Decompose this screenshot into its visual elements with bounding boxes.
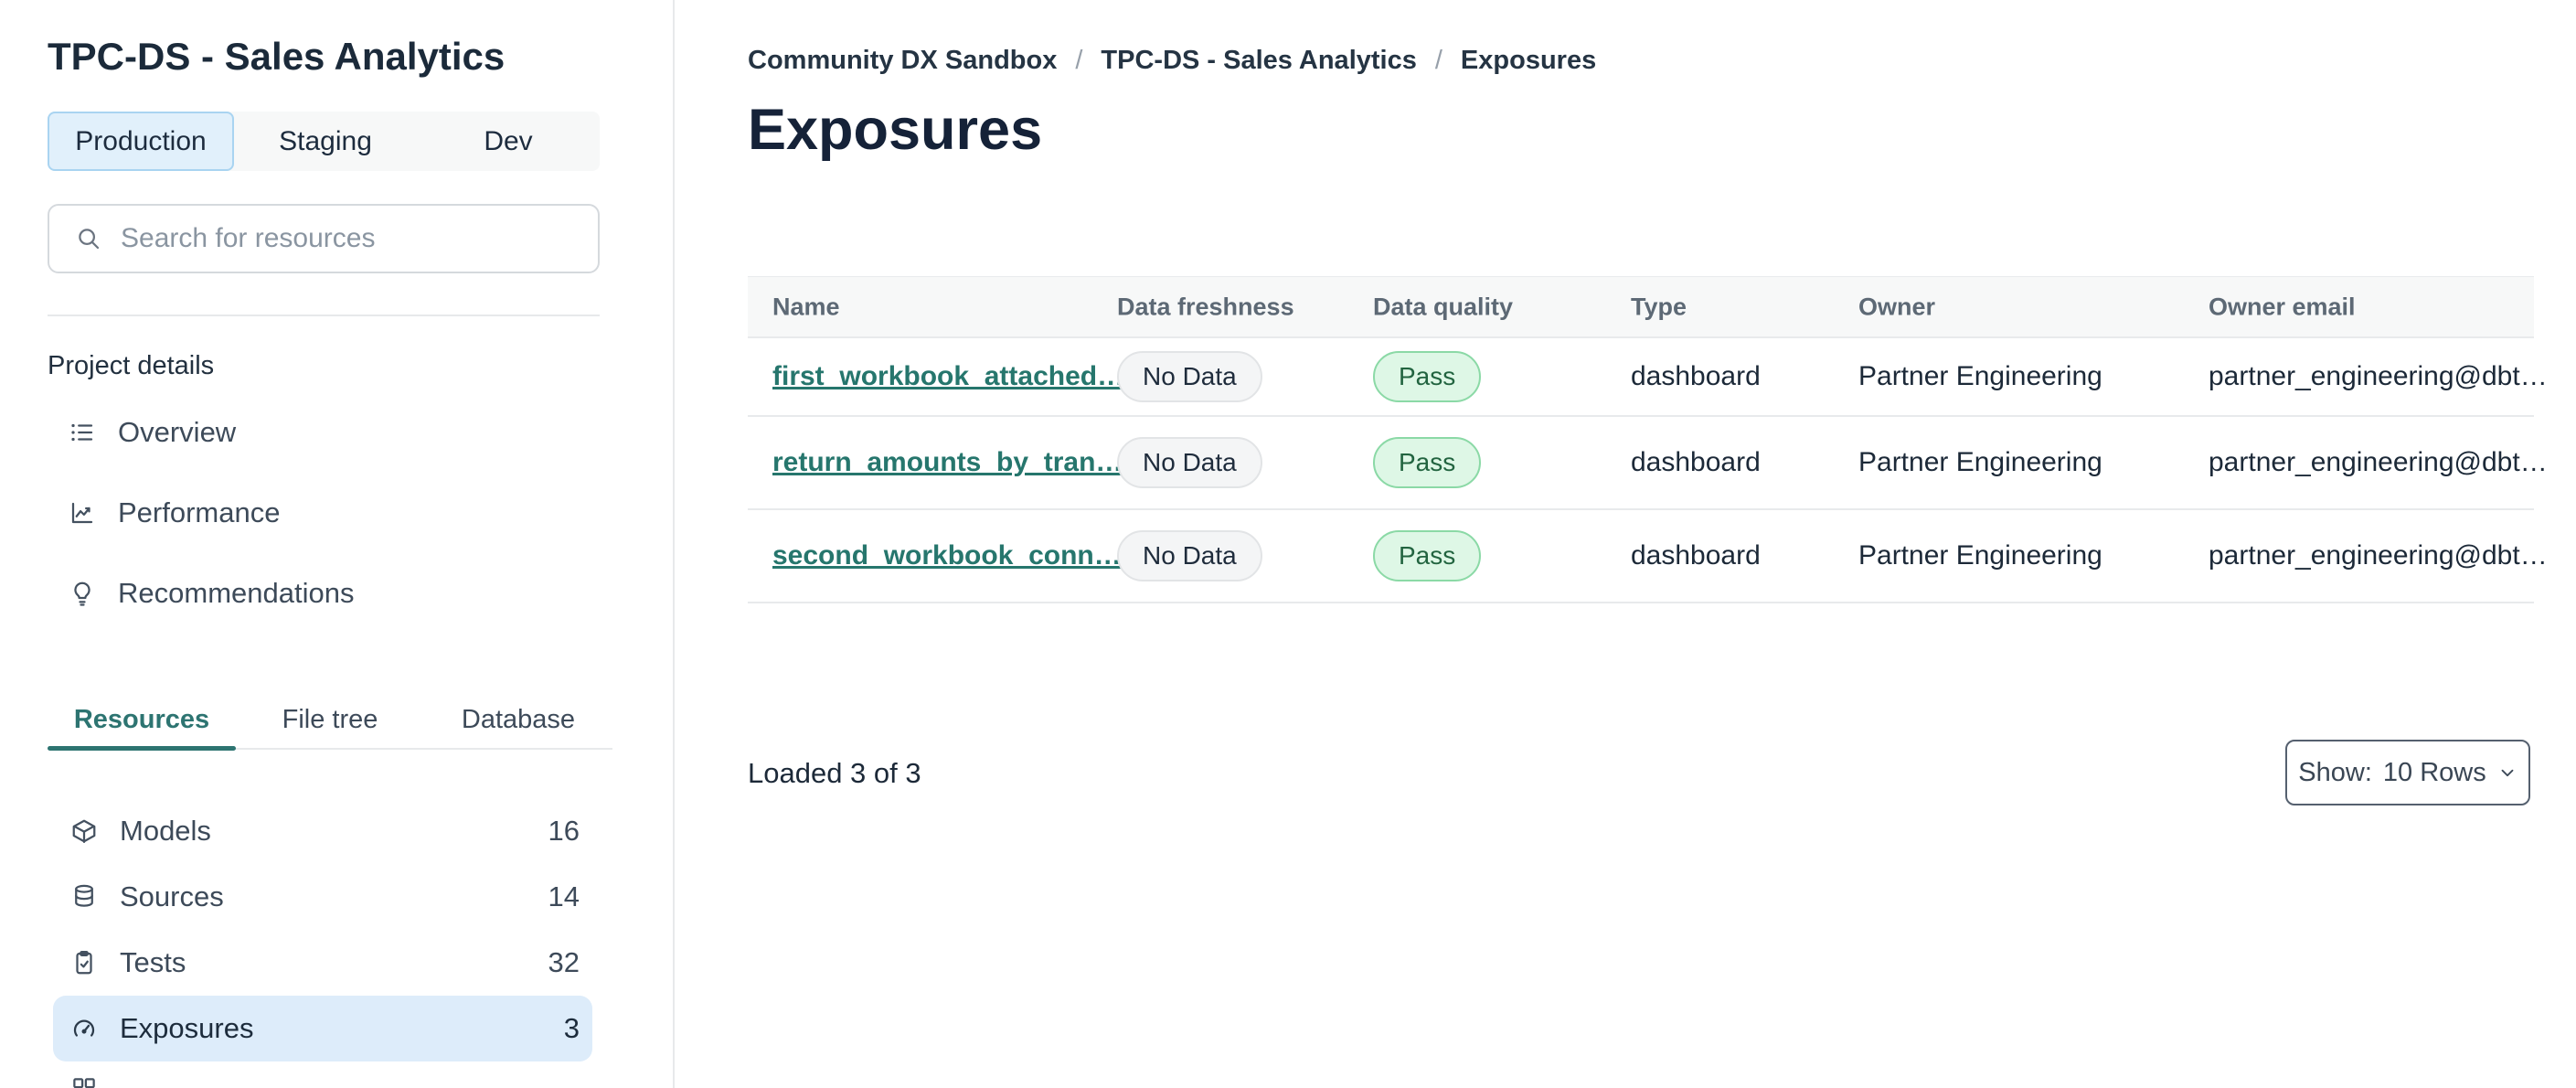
project-title: TPC-DS - Sales Analytics xyxy=(48,35,506,78)
table-header-row: Name Data freshness Data quality Type Ow… xyxy=(748,276,2534,338)
type-cell: dashboard xyxy=(1631,447,1761,477)
resource-label: Models xyxy=(120,815,211,847)
breadcrumb-project[interactable]: TPC-DS - Sales Analytics xyxy=(1101,46,1416,76)
tab-resources[interactable]: Resources xyxy=(48,689,236,750)
sidebar-item-models[interactable]: Models 16 xyxy=(53,798,592,864)
data-freshness-badge: No Data xyxy=(1117,530,1262,581)
table-row: return_amounts_by_tran… No Data Pass das… xyxy=(748,417,2548,510)
owner-cell: Partner Engineering xyxy=(1858,447,2102,477)
chart-line-icon xyxy=(71,502,93,524)
tab-label: Resources xyxy=(73,704,210,734)
sidebar-main-divider xyxy=(673,0,675,1088)
resource-count: 32 xyxy=(548,946,580,978)
breadcrumb-current: Exposures xyxy=(1460,46,1597,75)
exposure-name-link[interactable]: first_workbook_attached… xyxy=(772,361,1124,391)
package-icon xyxy=(72,819,96,843)
tab-database[interactable]: Database xyxy=(424,689,612,750)
type-cell: dashboard xyxy=(1631,540,1761,571)
breadcrumb: Community DX Sandbox / TPC-DS - Sales An… xyxy=(748,46,1596,76)
env-tab-dev[interactable]: Dev xyxy=(417,112,600,171)
project-details-label: Project details xyxy=(48,351,215,380)
type-cell: dashboard xyxy=(1631,361,1761,391)
resource-count: 14 xyxy=(548,880,580,912)
database-icon xyxy=(75,884,93,907)
column-header-type: Type xyxy=(1631,293,1687,320)
tab-file-tree[interactable]: File tree xyxy=(236,689,424,750)
sidebar-item-partial[interactable] xyxy=(70,1075,98,1088)
env-tab-staging[interactable]: Staging xyxy=(234,112,417,171)
breadcrumb-account[interactable]: Community DX Sandbox xyxy=(748,46,1057,76)
exposure-name-link[interactable]: second_workbook_conn… xyxy=(772,540,1122,571)
column-header-owner: Owner xyxy=(1858,293,1936,320)
data-freshness-badge: No Data xyxy=(1117,437,1262,488)
loaded-status: Loaded 3 of 3 xyxy=(748,757,921,789)
grid-icon xyxy=(73,1078,95,1088)
search-icon xyxy=(79,229,100,250)
table-row: second_workbook_conn… No Data Pass dashb… xyxy=(748,510,2548,603)
owner-email-cell: partner_engineering@dbt… xyxy=(2209,447,2548,477)
sidebar-item-overview[interactable]: Overview xyxy=(53,403,592,462)
resource-label: Tests xyxy=(120,946,186,978)
active-tab-indicator xyxy=(48,746,236,751)
show-rows-label: Show: xyxy=(2298,757,2372,787)
owner-cell: Partner Engineering xyxy=(1858,361,2102,391)
env-tab-label: Staging xyxy=(279,125,372,156)
data-quality-badge: Pass xyxy=(1373,351,1482,402)
env-tab-label: Production xyxy=(75,125,207,156)
column-header-name: Name xyxy=(772,293,840,320)
column-header-data-quality: Data quality xyxy=(1373,293,1514,320)
resource-count: 16 xyxy=(548,815,580,847)
sidebar-divider xyxy=(48,315,600,316)
resource-label: Exposures xyxy=(120,1012,254,1044)
page-title: Exposures xyxy=(748,98,1043,162)
data-quality-badge: Pass xyxy=(1373,437,1482,488)
sidebar-item-recommendations[interactable]: Recommendations xyxy=(53,564,592,623)
clipboard-check-icon xyxy=(76,951,92,975)
resource-search xyxy=(48,204,600,273)
gauge-icon xyxy=(73,1019,95,1037)
sidebar-item-performance[interactable]: Performance xyxy=(53,484,592,542)
resource-count: 3 xyxy=(563,1012,580,1044)
sidebar-item-exposures[interactable]: Exposures 3 xyxy=(53,996,592,1061)
show-rows-button[interactable]: Show: 10 Rows xyxy=(2285,740,2530,805)
column-header-owner-email: Owner email xyxy=(2209,293,2356,320)
env-tab-label: Dev xyxy=(484,125,533,156)
owner-email-cell: partner_engineering@dbt… xyxy=(2209,361,2548,391)
sidebar-item-label: Overview xyxy=(118,416,237,448)
table-row: first_workbook_attached… No Data Pass da… xyxy=(748,338,2548,417)
column-header-data-freshness: Data freshness xyxy=(1117,293,1294,320)
sidebar-item-sources[interactable]: Sources 14 xyxy=(53,864,592,930)
resource-label: Sources xyxy=(120,880,224,912)
exposure-name-link[interactable]: return_amounts_by_tran… xyxy=(772,447,1123,477)
sidebar-item-tests[interactable]: Tests 32 xyxy=(53,930,592,996)
exposures-table: Name Data freshness Data quality Type Ow… xyxy=(748,276,2548,603)
environment-tabs: Production Staging Dev xyxy=(48,112,600,171)
lightbulb-icon xyxy=(74,581,90,606)
resource-view-tabs: Resources File tree Database xyxy=(48,689,612,750)
sidebar-item-label: Performance xyxy=(118,496,281,528)
chevron-down-icon xyxy=(2501,769,2514,777)
sidebar-item-label: Recommendations xyxy=(118,577,355,609)
show-rows-value: 10 Rows xyxy=(2382,757,2486,787)
owner-email-cell: partner_engineering@dbt… xyxy=(2209,540,2548,571)
breadcrumb-separator: / xyxy=(1075,46,1083,75)
env-tab-production[interactable]: Production xyxy=(48,112,234,171)
data-freshness-badge: No Data xyxy=(1117,351,1262,402)
list-icon xyxy=(71,423,93,442)
search-input[interactable] xyxy=(121,223,559,254)
owner-cell: Partner Engineering xyxy=(1858,540,2102,571)
dbt-explorer-app: TPC-DS - Sales Analytics Production Stag… xyxy=(0,0,2576,1088)
data-quality-badge: Pass xyxy=(1373,530,1482,581)
breadcrumb-separator: / xyxy=(1434,46,1442,75)
tab-label: File tree xyxy=(282,704,378,734)
tab-label: Database xyxy=(461,704,576,734)
